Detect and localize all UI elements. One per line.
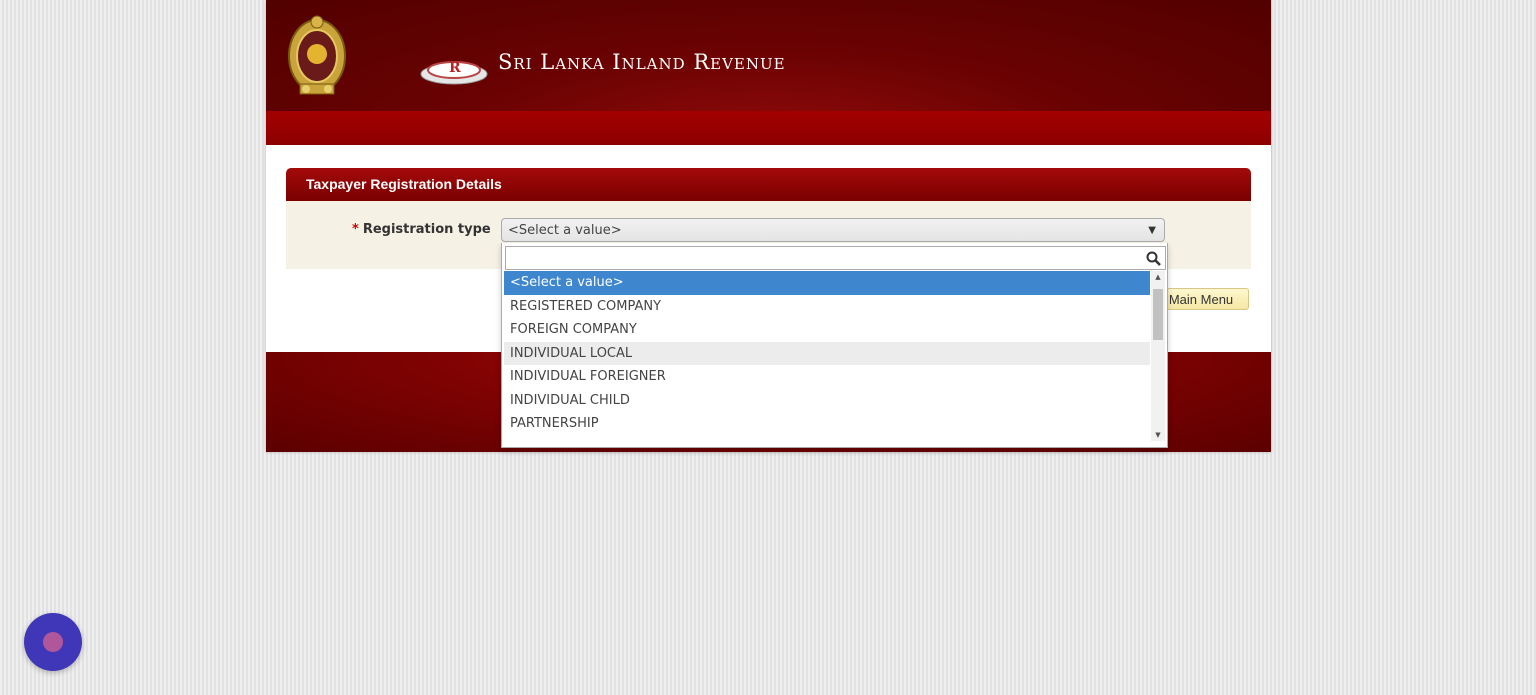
inland-revenue-logo-icon: R: [420, 60, 488, 85]
registration-type-select[interactable]: <Select a value> ▼: [501, 218, 1165, 242]
required-marker: *: [352, 222, 359, 237]
select-current-value: <Select a value>: [508, 223, 622, 238]
dropdown-search-box: [505, 246, 1166, 271]
dropdown-option[interactable]: REGISTERED COMPANY: [504, 295, 1150, 319]
dropdown-options-list: <Select a value> REGISTERED COMPANY FOREIG…: [504, 271, 1150, 441]
dropdown-option[interactable]: ASSOCIATIONS & CLUBS: [504, 436, 1150, 442]
dropdown-option[interactable]: PARTNERSHIP: [504, 412, 1150, 436]
dropdown-option[interactable]: <Select a value>: [504, 271, 1150, 295]
registration-type-label: * Registration type: [352, 222, 491, 237]
site-header: R Sri Lanka Inland Revenue: [266, 0, 1271, 112]
dropdown-option[interactable]: INDIVIDUAL LOCAL: [504, 341, 1150, 365]
scroll-up-arrow-icon[interactable]: ▲: [1151, 271, 1165, 283]
panel-title: Taxpayer Registration Details: [286, 168, 1251, 201]
scroll-down-arrow-icon[interactable]: ▼: [1151, 429, 1165, 441]
chat-icon: [43, 632, 63, 652]
search-icon: [1146, 251, 1161, 266]
scrollbar-thumb[interactable]: [1153, 289, 1163, 340]
chat-widget-button[interactable]: [24, 613, 82, 671]
dropdown-search-input[interactable]: [506, 247, 1132, 271]
dropdown-scrollbar[interactable]: ▲ ▼: [1151, 271, 1165, 441]
dropdown-option[interactable]: FOREIGN COMPANY: [504, 318, 1150, 342]
dropdown-option[interactable]: INDIVIDUAL FOREIGNER: [504, 365, 1150, 389]
sri-lanka-emblem-icon: [288, 15, 346, 95]
svg-text:R: R: [449, 60, 461, 76]
registration-type-dropdown: <Select a value> REGISTERED COMPANY FOREIG…: [501, 243, 1168, 448]
registration-type-label-text: Registration type: [362, 222, 491, 237]
header-band: [266, 111, 1271, 145]
brand-title: Sri Lanka Inland Revenue: [498, 50, 786, 74]
dropdown-option[interactable]: INDIVIDUAL CHILD: [504, 389, 1150, 413]
chevron-down-icon: ▼: [1148, 225, 1156, 236]
